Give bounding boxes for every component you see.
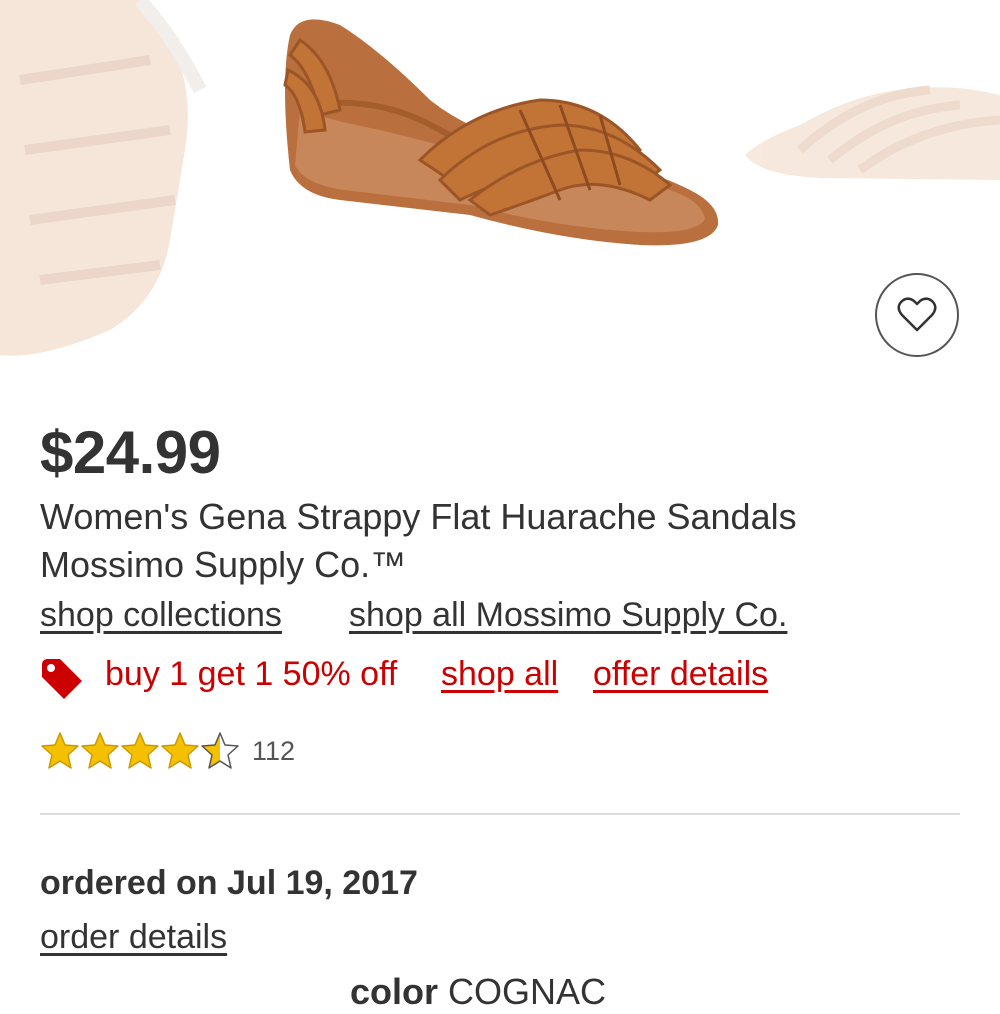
shop-collections-link[interactable]: shop collections	[40, 591, 282, 639]
favorite-button[interactable]	[875, 273, 959, 357]
order-details-link[interactable]: order details	[40, 915, 227, 959]
review-count[interactable]: 112	[252, 734, 295, 768]
star-icon	[81, 732, 119, 769]
product-images	[0, 0, 1000, 356]
price-tag-icon	[38, 655, 86, 708]
color-label: color	[350, 971, 439, 1012]
product-brand: Mossimo Supply Co.™	[40, 544, 407, 585]
color-value: COGNAC	[448, 971, 607, 1012]
order-date: ordered on Jul 19, 2017	[40, 864, 418, 902]
star-icon	[161, 732, 199, 769]
star-icon	[201, 732, 239, 769]
star-rating[interactable]	[40, 731, 240, 771]
offer-details-link[interactable]: offer details	[593, 650, 768, 698]
star-icon	[121, 732, 159, 769]
heart-icon	[897, 297, 937, 332]
product-title: Women's Gena Strappy Flat Huarache Sanda…	[40, 496, 797, 537]
shop-brand-link[interactable]: shop all Mossimo Supply Co.	[349, 591, 787, 639]
divider	[40, 813, 960, 815]
product-price: $24.99	[40, 419, 221, 486]
promo-shop-all-link[interactable]: shop all	[441, 650, 558, 698]
star-icon	[41, 732, 79, 769]
color-selection: color COGNAC	[350, 970, 606, 1014]
previous-product-image	[0, 0, 207, 356]
promo-text: buy 1 get 1 50% off	[105, 655, 398, 693]
main-product-image	[283, 19, 719, 246]
product-image-carousel[interactable]	[0, 0, 1000, 380]
next-product-image	[745, 85, 1000, 180]
